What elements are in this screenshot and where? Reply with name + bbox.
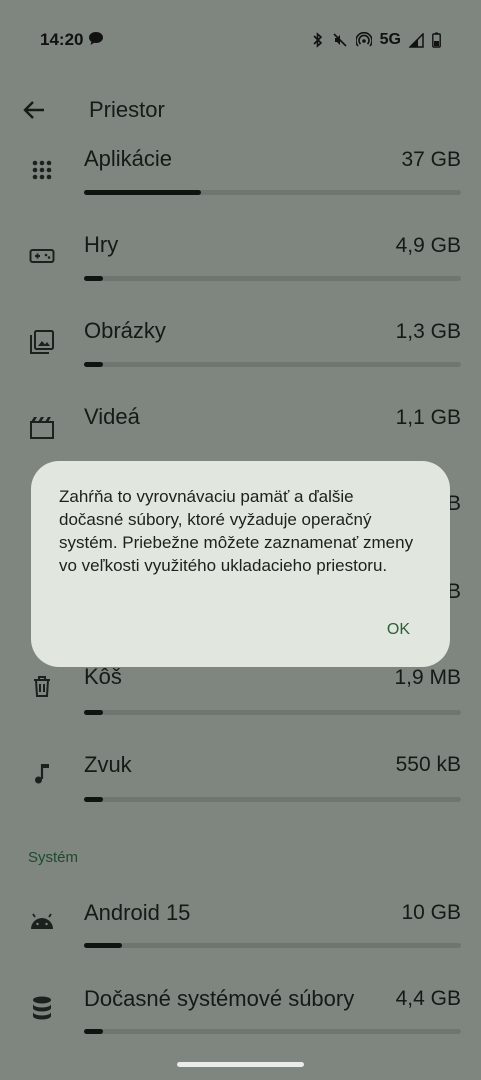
usage-bar-fill [84, 797, 103, 802]
usage-bar [84, 276, 461, 281]
status-bar: 14:20 5G [0, 0, 481, 80]
usage-bar-fill [84, 362, 103, 367]
dialog-message: Zahŕňa to vyrovnávaciu pamäť a ďalšie do… [59, 487, 414, 575]
ok-button[interactable]: OK [383, 619, 414, 641]
status-time: 14:20 [40, 30, 84, 49]
list-item-games[interactable]: Hry 4,9 GB [0, 226, 481, 312]
item-label: Aplikácie [84, 146, 173, 171]
signal-icon [409, 32, 424, 48]
battery-icon [432, 32, 441, 48]
usage-bar [84, 797, 461, 802]
info-dialog: Zahŕňa to vyrovnávaciu pamäť a ďalšie do… [31, 461, 450, 667]
list-item-apps[interactable]: Aplikácie 37 GB [0, 140, 481, 226]
usage-bar [84, 710, 461, 715]
photos-icon [30, 330, 54, 354]
usage-bar-fill [84, 943, 122, 948]
item-label: Dočasné systémové súbory [84, 986, 355, 1011]
page-title: Priestor [89, 97, 165, 122]
item-label: Kôš [84, 664, 122, 689]
usage-bar [84, 362, 461, 367]
message-bubble-icon [89, 32, 103, 45]
app-bar: Priestor [0, 80, 481, 140]
item-label: Hry [84, 232, 119, 257]
list-item-android[interactable]: Android 15 10 GB [0, 890, 481, 976]
trash-icon [34, 676, 50, 697]
usage-bar [84, 1029, 461, 1034]
item-label: Zvuk [84, 752, 132, 777]
list-item-audio[interactable]: Zvuk 550 kB [0, 742, 481, 828]
item-size: 1,1 GB [395, 406, 461, 429]
database-icon [33, 996, 51, 1020]
item-size: 1,9 MB [394, 666, 461, 689]
item-size: 4,9 GB [395, 234, 461, 257]
list-item-images[interactable]: Obrázky 1,3 GB [0, 312, 481, 398]
list-item-temp-files[interactable]: Dočasné systémové súbory 4,4 GB [0, 976, 481, 1062]
back-arrow-icon[interactable] [20, 96, 48, 124]
apps-grid-icon [32, 160, 52, 180]
usage-bar-fill [84, 710, 103, 715]
gamepad-icon [29, 249, 55, 263]
item-size: 1,3 GB [395, 320, 461, 343]
item-label: Obrázky [84, 318, 166, 343]
usage-bar-fill [84, 276, 103, 281]
usage-bar-fill [84, 1029, 103, 1034]
status-icons: 5G [312, 30, 441, 50]
bluetooth-icon [313, 32, 322, 48]
hotspot-icon [355, 32, 372, 47]
music-note-icon [35, 764, 49, 784]
usage-bar [84, 943, 461, 948]
android-icon [31, 913, 53, 929]
item-label: Android 15 [84, 900, 191, 925]
gesture-nav-handle[interactable] [177, 1062, 304, 1067]
item-size: 37 GB [401, 148, 461, 171]
movie-icon [30, 417, 54, 439]
usage-bar [84, 190, 461, 195]
network-type: 5G [379, 31, 401, 48]
item-size: 4,4 GB [395, 987, 461, 1010]
usage-bar-fill [84, 190, 201, 195]
item-size: 550 kB [395, 753, 461, 776]
item-label: Videá [84, 404, 140, 429]
list-item-trash[interactable]: Kôš 1,9 MB [0, 656, 481, 742]
sound-off-icon [333, 33, 347, 47]
item-size: 10 GB [401, 901, 461, 924]
section-title-system: Systém [28, 849, 79, 866]
